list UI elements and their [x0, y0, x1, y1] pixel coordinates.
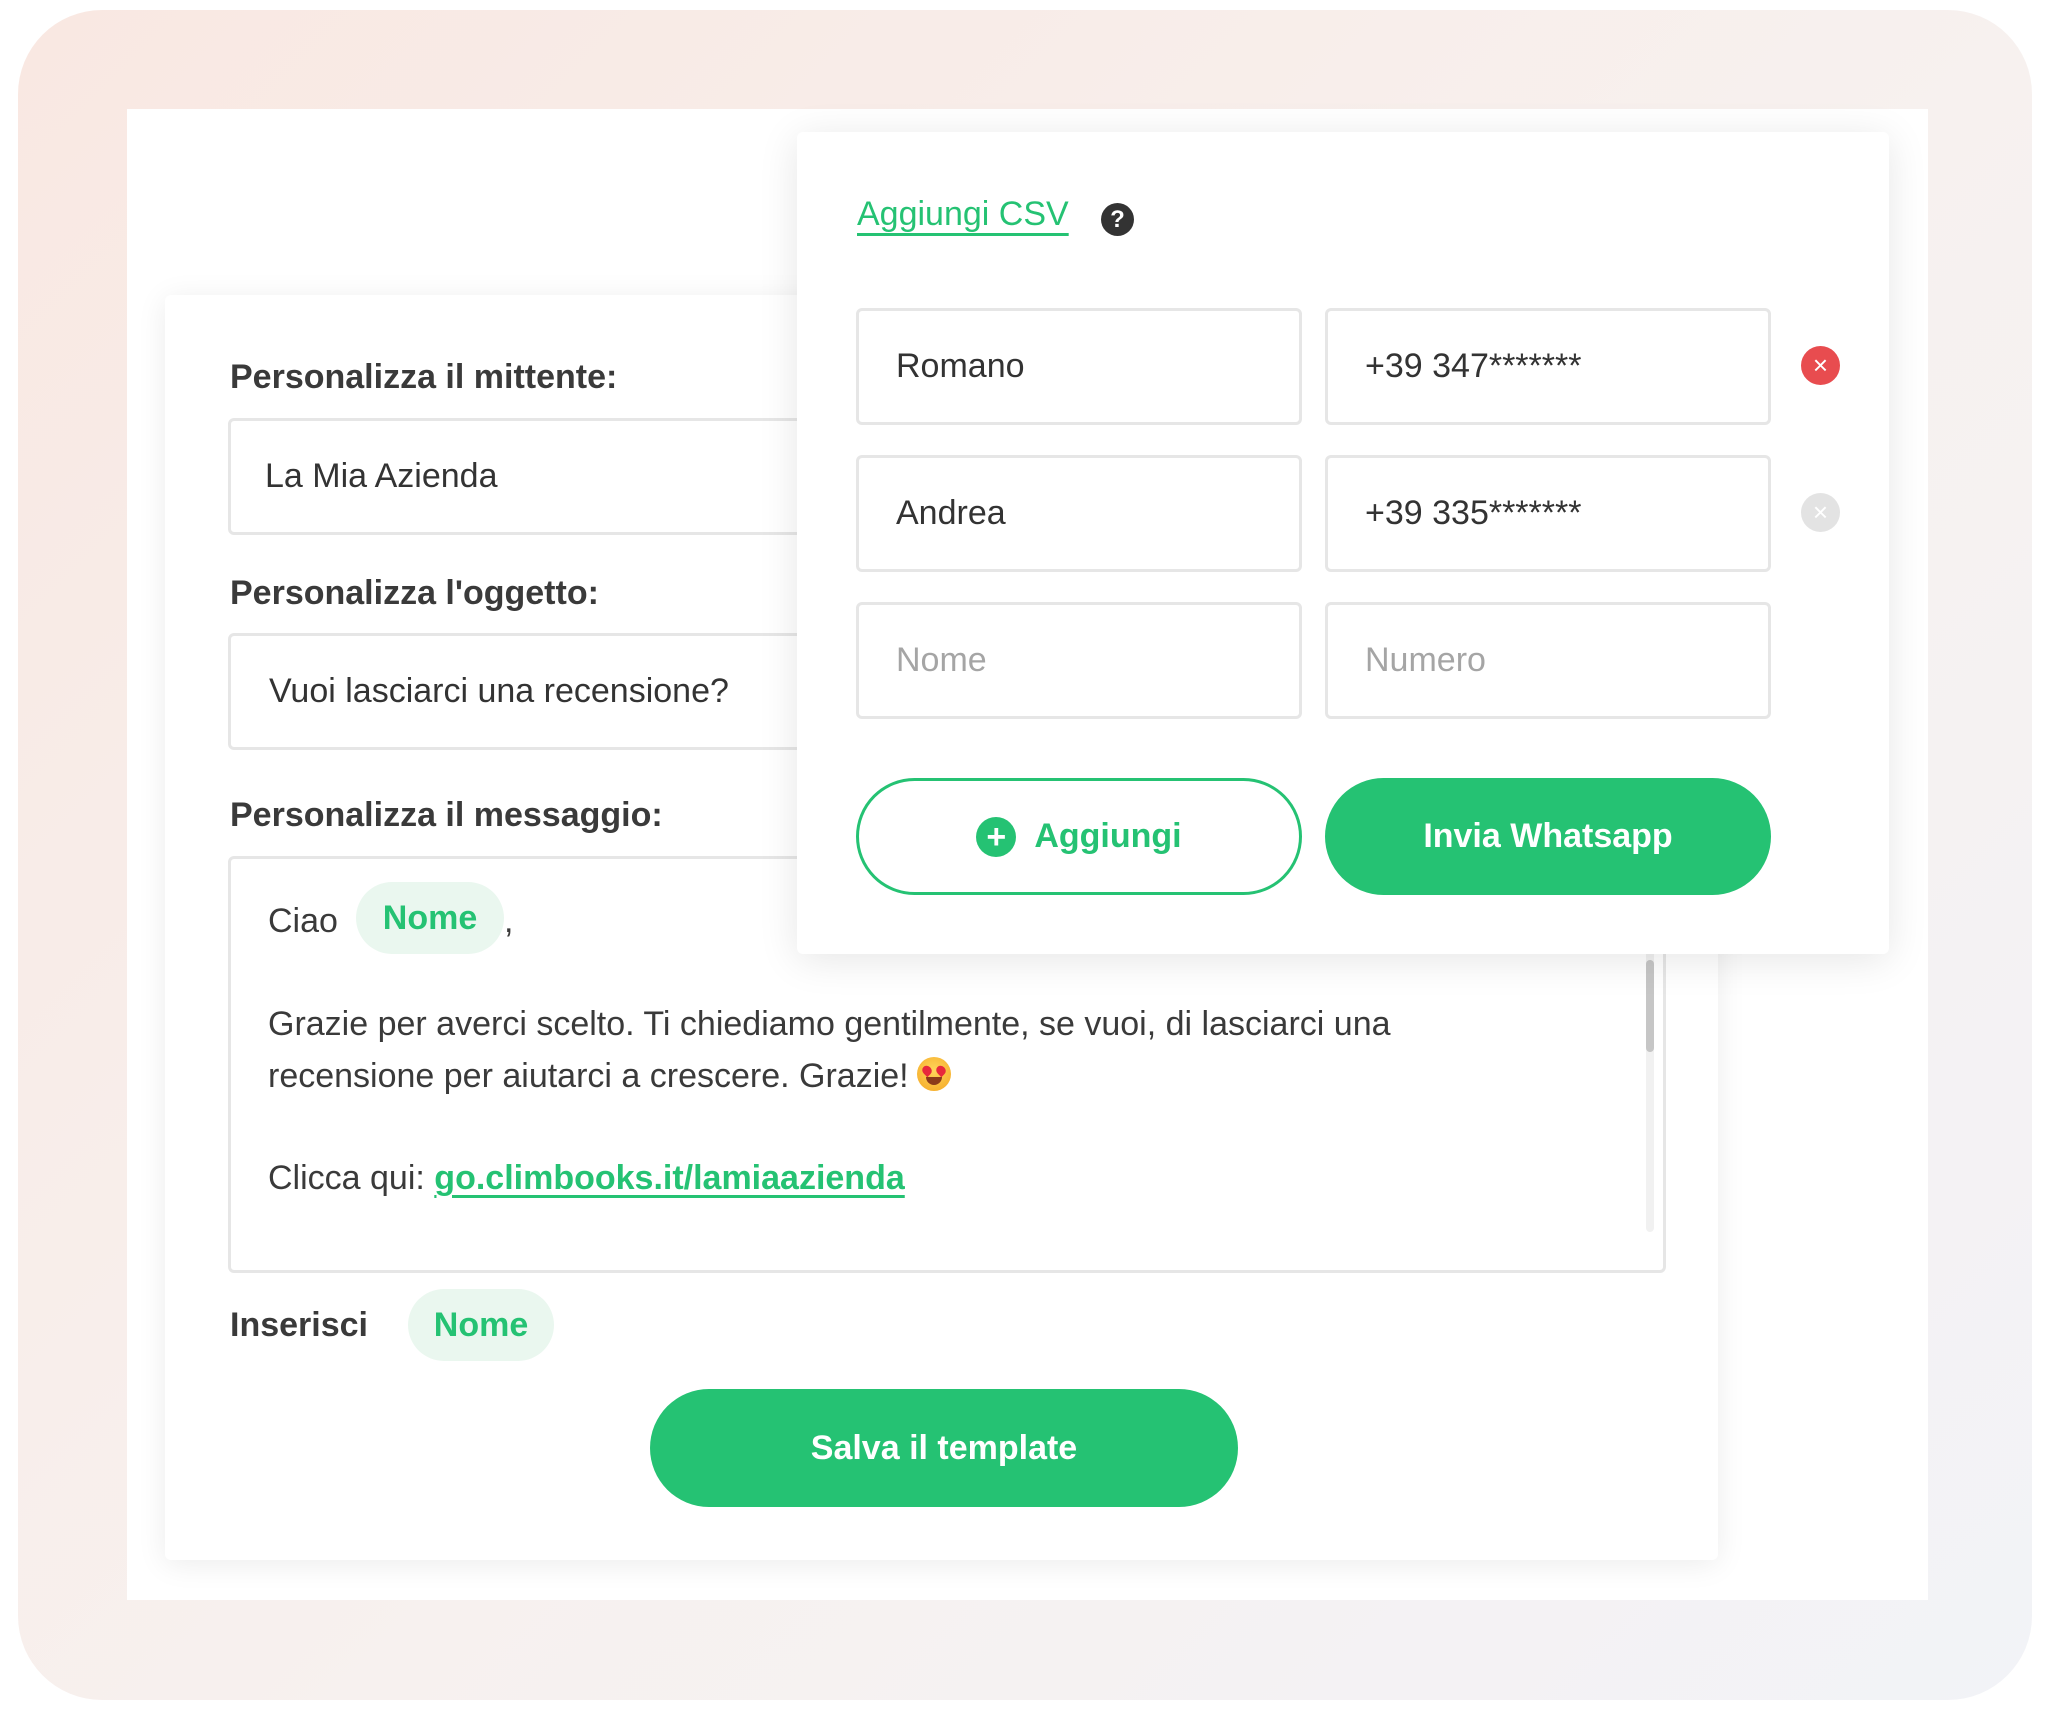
remove-recipient-button[interactable]: × — [1801, 493, 1840, 532]
add-csv-link[interactable]: Aggiungi CSV — [857, 195, 1069, 234]
remove-recipient-button[interactable]: × — [1801, 346, 1840, 385]
close-icon: × — [1812, 350, 1829, 380]
message-body-line1: Grazie per averci scelto. Ti chiediamo g… — [268, 1005, 1391, 1043]
send-whatsapp-button[interactable]: Invia Whatsapp — [1325, 778, 1771, 895]
new-recipient-number-input[interactable]: Numero — [1325, 602, 1771, 719]
new-recipient-name-input[interactable]: Nome — [856, 602, 1302, 719]
insert-label: Inserisci — [230, 1306, 368, 1344]
add-recipient-button[interactable]: + Aggiungi — [856, 778, 1302, 895]
help-icon[interactable]: ? — [1101, 203, 1134, 236]
recipient-name-input[interactable]: Romano — [856, 308, 1302, 425]
message-link-line: Clicca qui: go.climbooks.it/lamiaazienda — [268, 1152, 905, 1204]
insert-name-chip[interactable]: Nome — [408, 1289, 554, 1361]
recipient-name-input[interactable]: Andrea — [856, 455, 1302, 572]
plus-circle-icon: + — [976, 816, 1017, 857]
message-greeting: Ciao — [268, 902, 338, 940]
save-template-button[interactable]: Salva il template — [650, 1389, 1238, 1507]
message-body-line2: recensione per aiutarci a crescere. Graz… — [268, 1057, 909, 1095]
message-greeting-comma: , — [504, 902, 514, 940]
save-template-label: Salva il template — [810, 1428, 1078, 1467]
close-icon: × — [1812, 497, 1829, 527]
subject-label: Personalizza l'oggetto: — [230, 574, 599, 612]
message-name-chip[interactable]: Nome — [356, 882, 504, 954]
add-recipient-label: Aggiungi — [1034, 817, 1182, 855]
sender-label: Personalizza il mittente: — [230, 358, 618, 396]
heart-eyes-emoji-icon — [916, 1057, 951, 1091]
message-label: Personalizza il messaggio: — [230, 796, 663, 834]
recipient-number-input[interactable]: +39 335******* — [1325, 455, 1771, 572]
message-scrollbar-thumb[interactable] — [1646, 960, 1654, 1052]
message-body-line2-wrap: recensione per aiutarci a crescere. Graz… — [268, 1050, 951, 1102]
send-whatsapp-label: Invia Whatsapp — [1423, 817, 1673, 855]
subject-input[interactable]: Vuoi lasciarci una recensione? — [228, 633, 828, 750]
recipient-number-input[interactable]: +39 347******* — [1325, 308, 1771, 425]
sender-input[interactable]: La Mia Azienda — [228, 418, 828, 535]
message-link[interactable]: go.climbooks.it/lamiaazienda — [434, 1159, 904, 1197]
message-link-prefix: Clicca qui: — [268, 1159, 425, 1197]
